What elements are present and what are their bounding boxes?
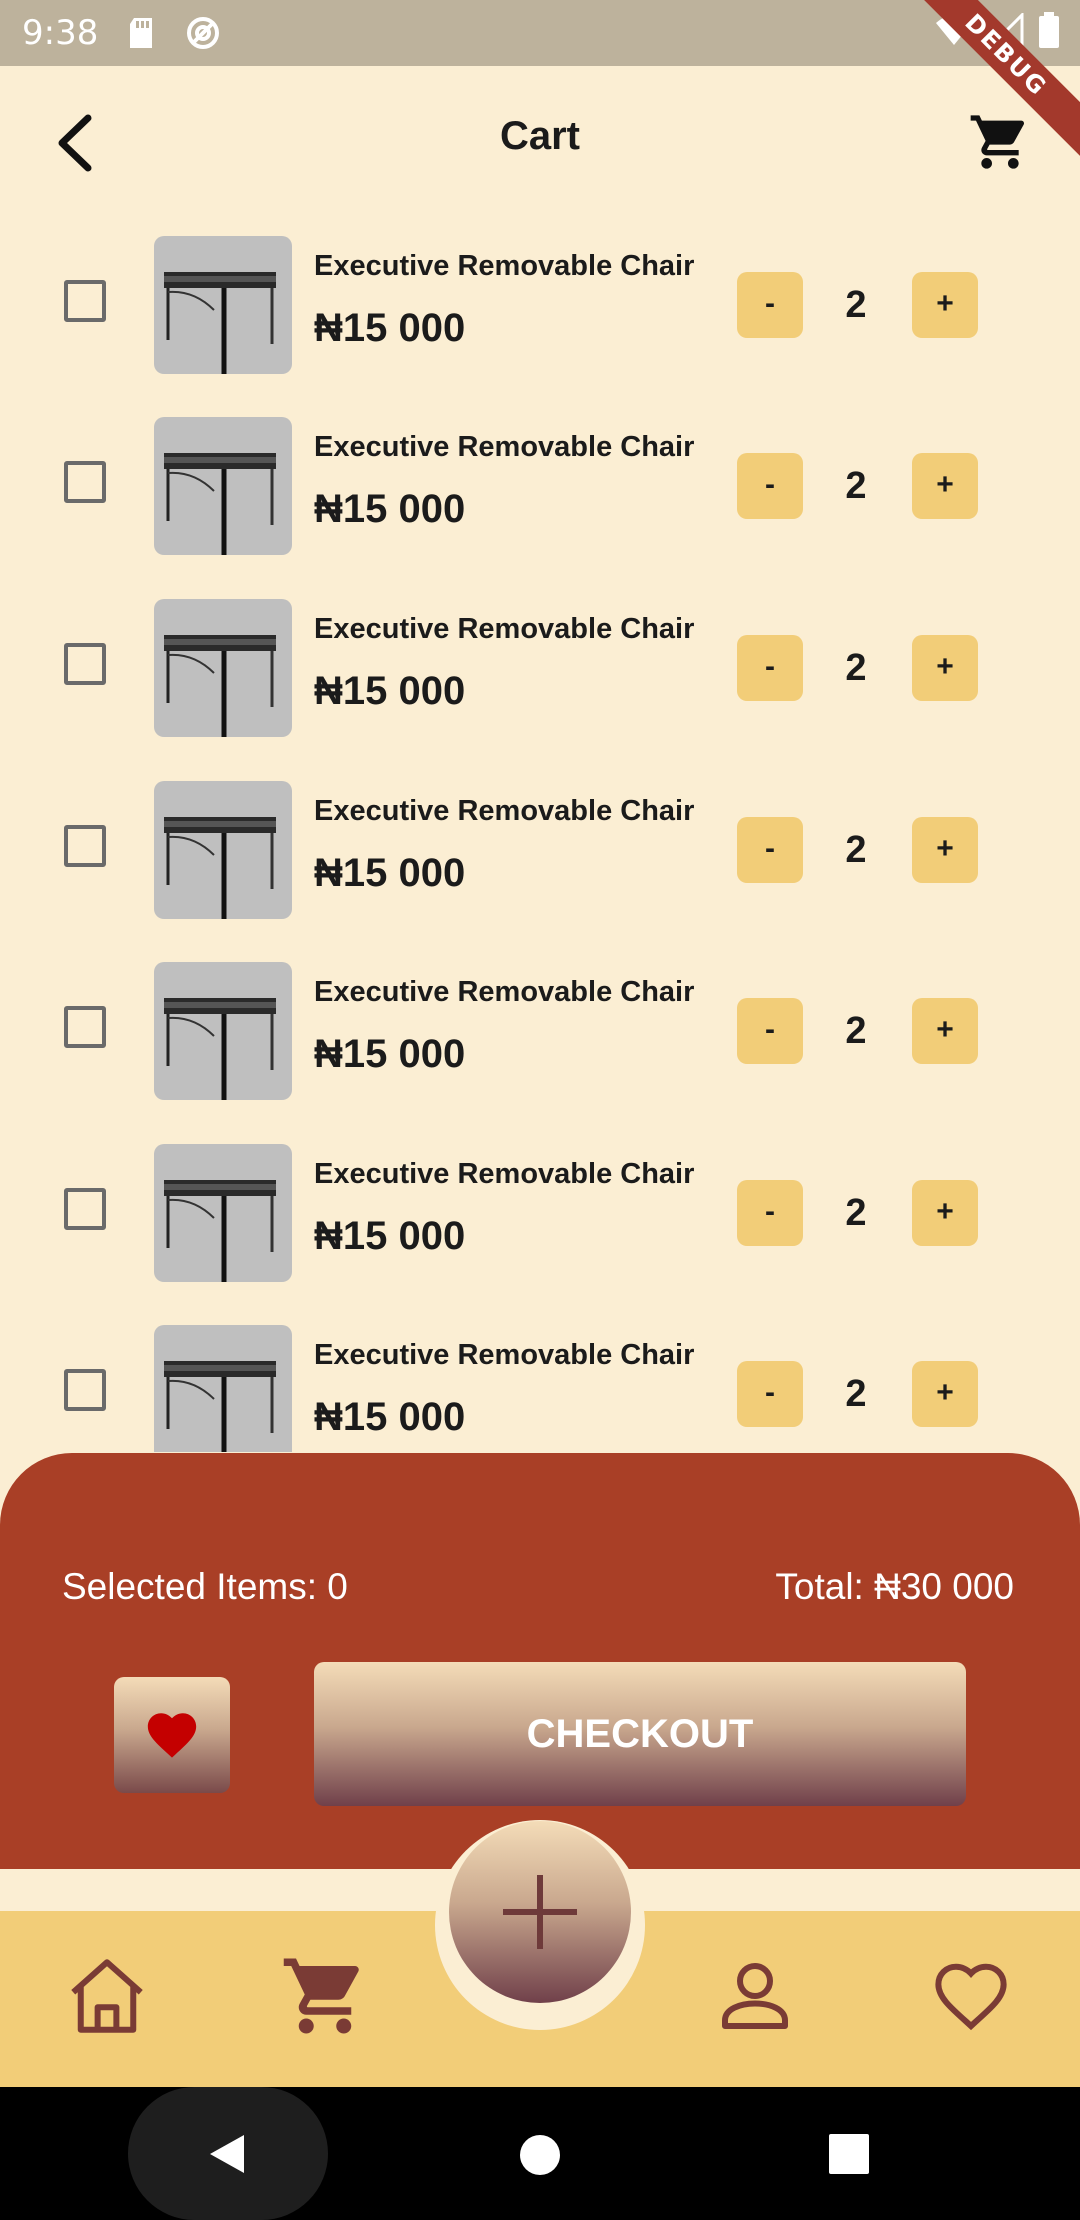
item-quantity: 2 <box>845 1192 867 1234</box>
status-time: 9:38 <box>22 13 99 53</box>
cart-summary-panel: Selected Items: 0 Total: ₦30 000 CHECKOU… <box>0 1453 1080 1869</box>
increase-qty-button[interactable]: + <box>912 635 978 701</box>
item-price: ₦15 000 <box>314 851 466 895</box>
increase-qty-button[interactable]: + <box>912 998 978 1064</box>
item-quantity: 2 <box>845 829 867 871</box>
decrease-qty-button[interactable]: - <box>737 635 803 701</box>
cart-item: Executive Removable Chair ₦15 000 - 2 + <box>0 757 1080 919</box>
decrease-qty-button[interactable]: - <box>737 453 803 519</box>
selected-items-count: Selected Items: 0 <box>62 1566 348 1607</box>
item-price: ₦15 000 <box>314 306 466 350</box>
product-image <box>154 1325 292 1452</box>
cart-list: Executive Removable Chair ₦15 000 - 2 + … <box>0 212 1080 1452</box>
decrease-qty-button[interactable]: - <box>737 1361 803 1427</box>
increase-qty-button[interactable]: + <box>912 1180 978 1246</box>
favorite-button[interactable] <box>114 1677 230 1793</box>
system-home-button[interactable] <box>518 2133 562 2177</box>
decrease-qty-button[interactable]: - <box>737 998 803 1064</box>
sd-card-icon <box>130 18 153 48</box>
item-checkbox[interactable] <box>64 461 106 503</box>
item-checkbox[interactable] <box>64 280 106 322</box>
cart-item: Executive Removable Chair ₦15 000 - 2 + <box>0 212 1080 374</box>
increase-qty-button[interactable]: + <box>912 1361 978 1427</box>
cart-item: Executive Removable Chair ₦15 000 - 2 + <box>0 938 1080 1100</box>
item-checkbox[interactable] <box>64 643 106 685</box>
checkout-button[interactable]: CHECKOUT <box>314 1662 966 1806</box>
person-icon[interactable] <box>710 1951 800 2041</box>
cart-total: Total: ₦30 000 <box>775 1566 1014 1607</box>
item-price: ₦15 000 <box>314 1032 466 1076</box>
cart-nav-icon[interactable] <box>280 1951 370 2041</box>
decrease-qty-button[interactable]: - <box>737 272 803 338</box>
item-quantity: 2 <box>845 647 867 689</box>
sync-icon <box>187 17 220 49</box>
product-image <box>154 417 292 555</box>
system-recents-button[interactable] <box>828 2133 870 2175</box>
cart-item: Executive Removable Chair ₦15 000 - 2 + <box>0 393 1080 555</box>
product-image <box>154 599 292 737</box>
product-image <box>154 962 292 1100</box>
home-icon[interactable] <box>62 1951 152 2041</box>
product-image <box>154 236 292 374</box>
cart-item: Executive Removable Chair ₦15 000 - 2 + <box>0 1120 1080 1282</box>
item-checkbox[interactable] <box>64 825 106 867</box>
system-nav-bar <box>0 2087 1080 2220</box>
item-price: ₦15 000 <box>314 487 466 531</box>
item-name: Executive Removable Chair <box>314 976 695 1008</box>
item-quantity: 2 <box>845 284 867 326</box>
item-name: Executive Removable Chair <box>314 1158 695 1190</box>
item-checkbox[interactable] <box>64 1006 106 1048</box>
heart-icon <box>147 1713 197 1758</box>
item-quantity: 2 <box>845 1010 867 1052</box>
product-image <box>154 1144 292 1282</box>
item-checkbox[interactable] <box>64 1188 106 1230</box>
item-name: Executive Removable Chair <box>314 431 695 463</box>
cart-icon[interactable] <box>968 110 1032 174</box>
cart-item: Executive Removable Chair ₦15 000 - 2 + <box>0 1301 1080 1452</box>
decrease-qty-button[interactable]: - <box>737 817 803 883</box>
cart-item: Executive Removable Chair ₦15 000 - 2 + <box>0 575 1080 737</box>
battery-icon <box>1039 12 1059 48</box>
item-price: ₦15 000 <box>314 1395 466 1439</box>
increase-qty-button[interactable]: + <box>912 272 978 338</box>
plus-icon <box>503 1875 577 1949</box>
increase-qty-button[interactable]: + <box>912 817 978 883</box>
item-quantity: 2 <box>845 465 867 507</box>
item-price: ₦15 000 <box>314 669 466 713</box>
item-checkbox[interactable] <box>64 1369 106 1411</box>
decrease-qty-button[interactable]: - <box>737 1180 803 1246</box>
increase-qty-button[interactable]: + <box>912 453 978 519</box>
item-price: ₦15 000 <box>314 1214 466 1258</box>
system-back-button[interactable] <box>204 2131 250 2177</box>
item-name: Executive Removable Chair <box>314 1339 695 1371</box>
heart-outline-icon[interactable] <box>926 1951 1016 2041</box>
item-name: Executive Removable Chair <box>314 250 695 282</box>
add-button[interactable] <box>449 1821 631 2003</box>
product-image <box>154 781 292 919</box>
page-title: Cart <box>499 114 581 158</box>
item-name: Executive Removable Chair <box>314 795 695 827</box>
status-bar: 9:38 DEBUG <box>0 0 1080 161</box>
app-header: Cart <box>0 66 1080 212</box>
item-name: Executive Removable Chair <box>314 613 695 645</box>
item-quantity: 2 <box>845 1373 867 1415</box>
